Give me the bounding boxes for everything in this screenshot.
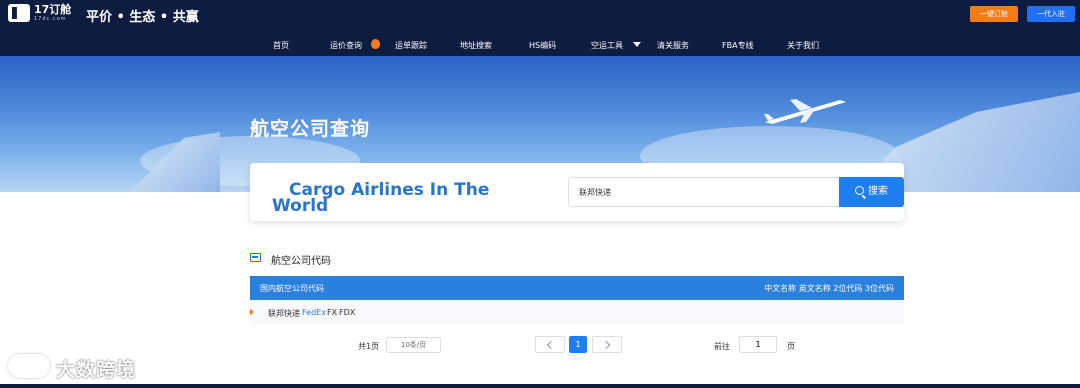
table-header-columns: 中文名称 英文名称 2位代码 3位代码 — [764, 284, 894, 293]
nav-item-rates[interactable]: 运价查询 — [330, 40, 362, 51]
cell-code3: FDX — [339, 308, 356, 317]
brand-name[interactable]: 17订舱 — [34, 4, 71, 16]
search-icon — [855, 186, 864, 195]
nav-item-home[interactable]: 首页 — [273, 40, 289, 51]
search-card: Cargo Airlines In The World 搜索 — [250, 163, 904, 221]
page-number-current[interactable]: 1 — [569, 336, 587, 353]
cell-en-name[interactable]: FedEx — [302, 308, 326, 317]
agent-join-button[interactable]: 一代入驻 — [1027, 6, 1075, 22]
page-title: 航空公司查询 — [250, 118, 371, 140]
page-unit-label: 页 — [787, 342, 795, 351]
search-button-label: 搜索 — [868, 186, 888, 197]
brand-logo-icon[interactable] — [8, 4, 30, 22]
nav-item-fba[interactable]: FBA专线 — [722, 40, 754, 51]
search-card-title: Cargo Airlines In The World — [272, 182, 512, 216]
footer-strip — [0, 384, 1080, 388]
search-input[interactable] — [568, 177, 840, 207]
chevron-left-icon — [546, 340, 556, 350]
brand-domain: 17dc.com — [34, 16, 67, 22]
nav-item-address[interactable]: 地址搜索 — [460, 40, 492, 51]
nav-item-hs-code[interactable]: HS编码 — [529, 40, 556, 51]
cell-code2: FX — [327, 308, 338, 317]
nav-item-customs[interactable]: 清关服务 — [657, 40, 689, 51]
search-button[interactable]: 搜索 — [839, 177, 904, 207]
goto-page-input[interactable] — [739, 336, 777, 353]
fire-icon — [371, 39, 380, 49]
search-card-title-line2: World — [272, 196, 329, 216]
airplane-icon — [764, 99, 846, 124]
expand-arrow-icon[interactable] — [250, 309, 254, 315]
page-size-select[interactable]: 10条/页 — [386, 337, 441, 353]
cell-cn-name: 联邦快递 — [268, 309, 300, 318]
watermark-logo-icon — [8, 354, 50, 378]
top-header: 17订舱 17dc.com 平价 • 生态 • 共赢 一键订舱 一代入驻 首页 … — [0, 0, 1080, 56]
slogan: 平价 • 生态 • 共赢 — [86, 10, 199, 25]
main-nav: 首页 运价查询 运单跟踪 地址搜索 HS编码 空运工具 清关服务 FBA专线 关… — [0, 36, 1080, 56]
section-title: 航空公司代码 — [271, 256, 331, 267]
table-header-left: 国内航空公司代码 — [260, 284, 324, 293]
prev-page-button[interactable] — [535, 336, 565, 353]
next-page-button[interactable] — [592, 336, 622, 353]
nav-item-tracking[interactable]: 运单跟踪 — [395, 40, 427, 51]
nav-item-air-tools[interactable]: 空运工具 — [591, 40, 623, 51]
caret-down-icon[interactable] — [633, 42, 641, 47]
chevron-right-icon — [601, 340, 611, 350]
table-row[interactable]: 联邦快递 FedEx FX FDX — [250, 300, 904, 324]
nav-item-about[interactable]: 关于我们 — [787, 40, 819, 51]
quick-booking-button[interactable]: 一键订舱 — [970, 6, 1018, 22]
watermark: 大数跨境 — [8, 352, 148, 382]
watermark-text: 大数跨境 — [56, 359, 137, 381]
table-header: 国内航空公司代码 中文名称 英文名称 2位代码 3位代码 — [250, 276, 904, 300]
list-icon — [250, 253, 261, 262]
goto-label: 前往 — [714, 342, 730, 351]
pagination-total: 共1页 — [358, 342, 380, 351]
